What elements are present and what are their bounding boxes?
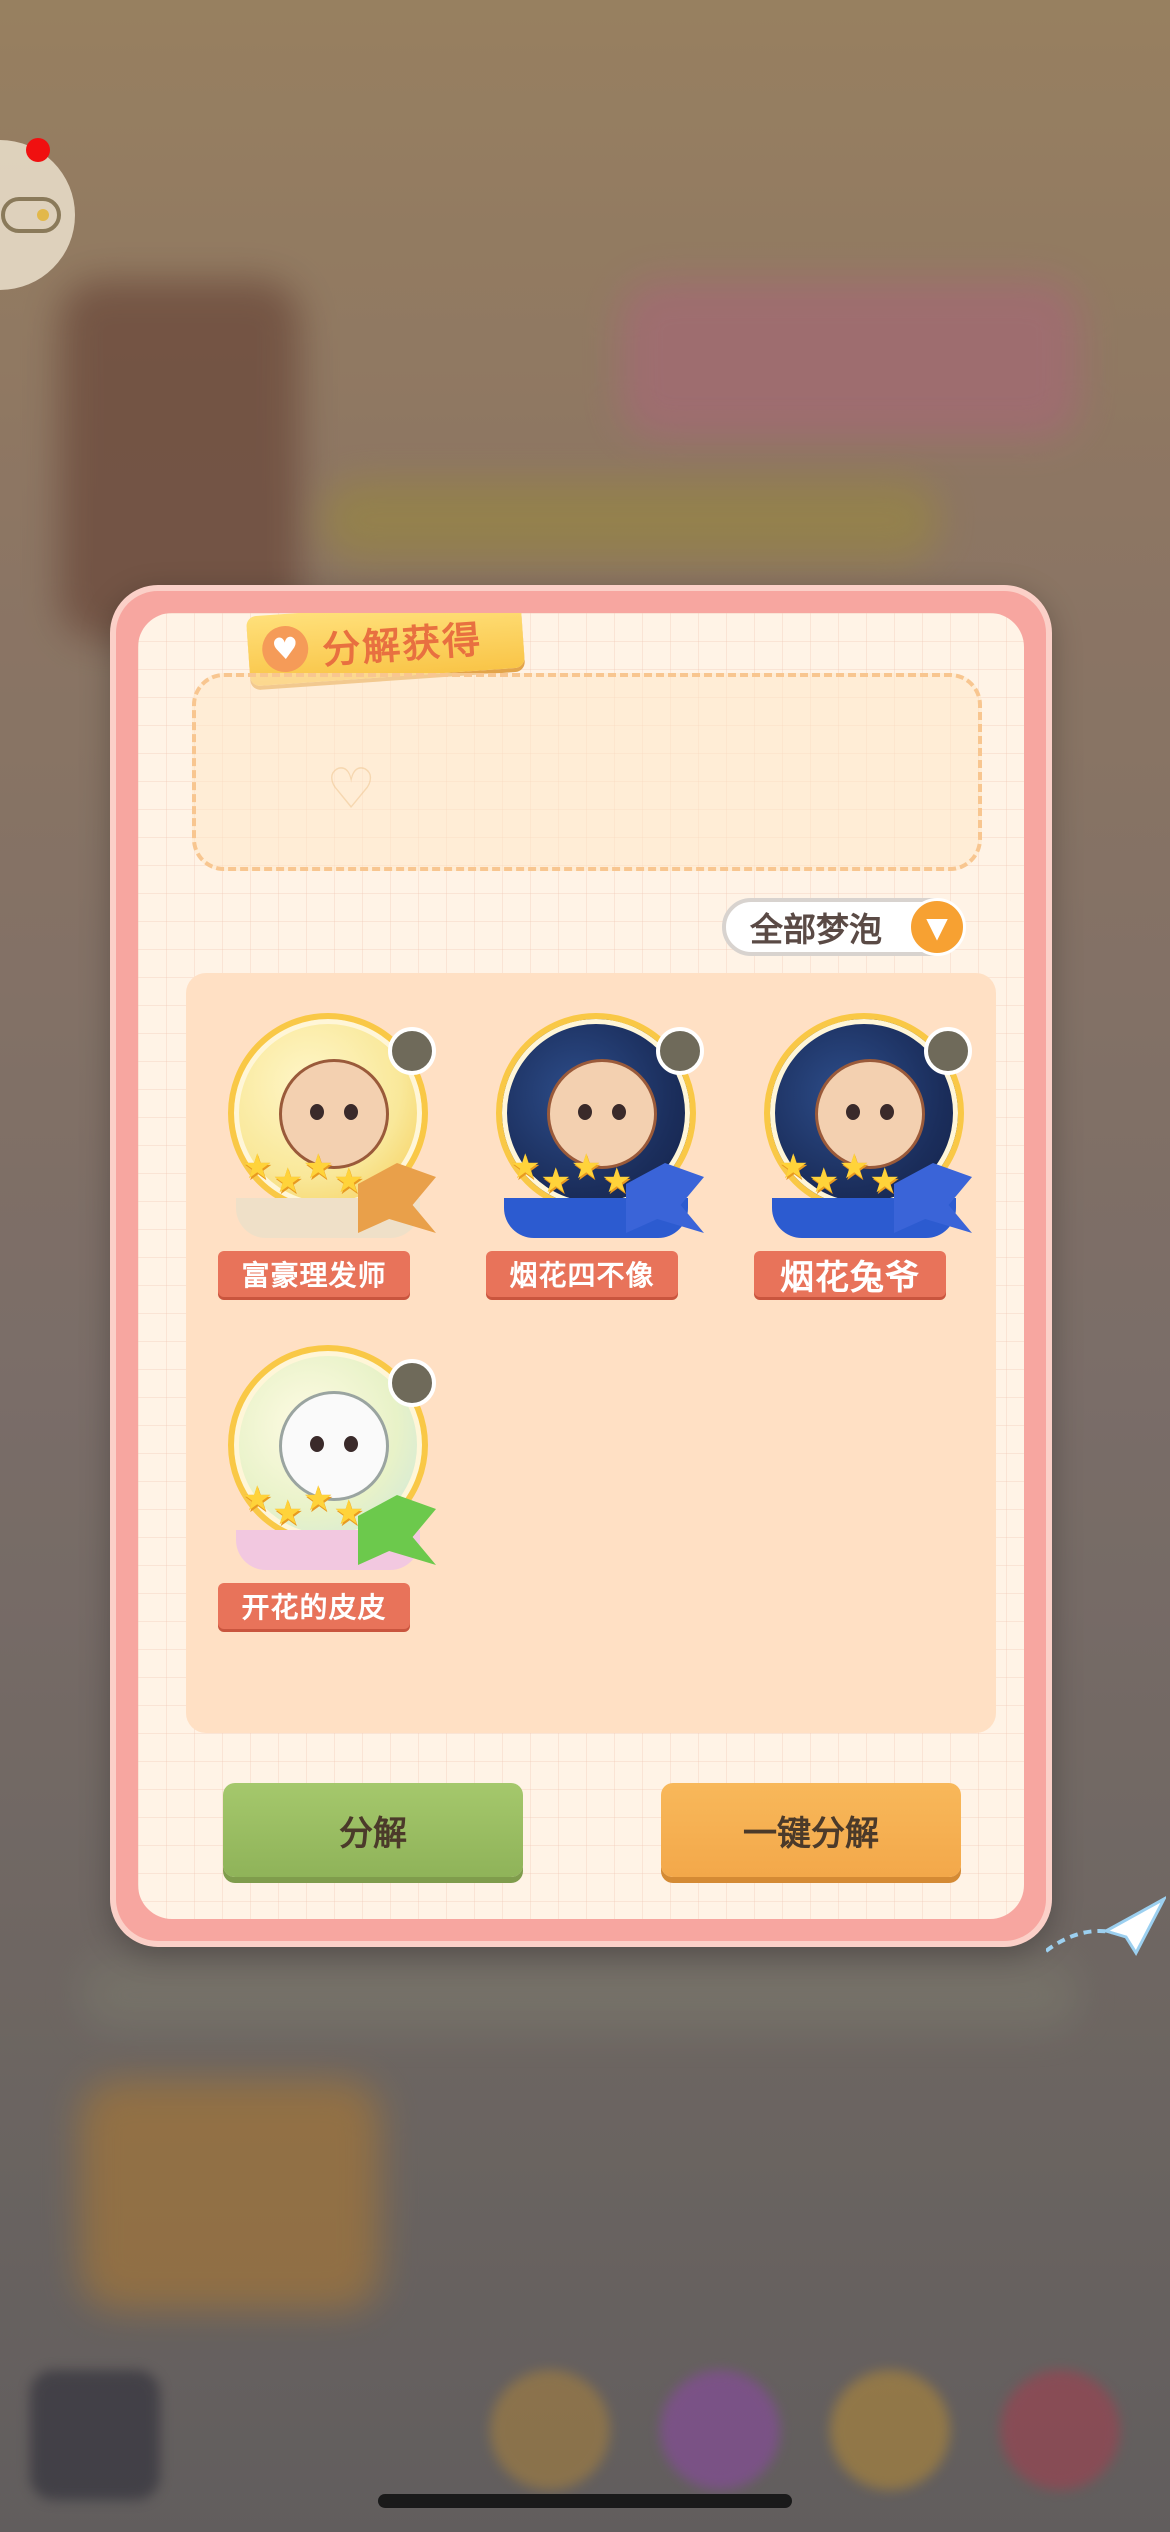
panel-title: 分解获得 xyxy=(320,616,484,672)
character-face xyxy=(279,1391,389,1501)
select-checkbox[interactable] xyxy=(656,1027,704,1075)
star-rating: ★ ★ ★ ★ xyxy=(510,1147,632,1201)
background-dock-item xyxy=(490,2370,610,2490)
item-name: 富豪理发师 xyxy=(218,1251,410,1297)
character-face xyxy=(815,1059,925,1169)
item-card[interactable]: ★ ★ ★ ★ 富豪理发师 xyxy=(208,1013,448,1313)
select-checkbox[interactable] xyxy=(388,1027,436,1075)
item-card[interactable]: ★ ★ ★ ★ 开花的皮皮 xyxy=(208,1345,448,1645)
background-dock-item xyxy=(30,2370,160,2500)
decompose-panel: ♥ 分解获得 ♡ 全部梦泡 ▼ ★ ★ ★ ★ 富豪理发师 ★ ★ ★ ★ 烟花… xyxy=(110,585,1166,1957)
filter-label: 全部梦泡 xyxy=(750,910,882,949)
star-rating: ★ ★ ★ ★ xyxy=(778,1147,900,1201)
decompose-button[interactable]: 分解 xyxy=(223,1783,523,1877)
item-card[interactable]: ★ ★ ★ ★ 烟花兔爷 xyxy=(744,1013,984,1313)
item-grid: ★ ★ ★ ★ 富豪理发师 ★ ★ ★ ★ 烟花四不像 ★ ★ ★ ★ 烟花兔爷… xyxy=(186,973,996,1733)
character-face xyxy=(547,1059,657,1169)
item-name: 烟花四不像 xyxy=(486,1251,678,1297)
notification-dot xyxy=(26,138,50,162)
item-card[interactable]: ★ ★ ★ ★ 烟花四不像 xyxy=(476,1013,716,1313)
select-checkbox[interactable] xyxy=(924,1027,972,1075)
select-checkbox[interactable] xyxy=(388,1359,436,1407)
decompose-all-button[interactable]: 一键分解 xyxy=(661,1783,961,1877)
background-dock-item xyxy=(660,2370,780,2490)
star-rating: ★ ★ ★ ★ xyxy=(242,1479,364,1533)
paper-plane-icon xyxy=(1046,1896,1166,1957)
heart-icon: ♥ xyxy=(260,624,310,674)
character-face xyxy=(279,1059,389,1169)
background-dock-item xyxy=(1000,2370,1120,2490)
reward-preview-box: ♡ xyxy=(192,673,982,871)
filter-dropdown[interactable]: 全部梦泡 ▼ xyxy=(722,898,966,956)
heart-doodle-icon: ♡ xyxy=(326,757,377,822)
home-indicator[interactable] xyxy=(378,2494,792,2508)
item-name: 烟花兔爷 xyxy=(754,1251,946,1298)
star-rating: ★ ★ ★ ★ xyxy=(242,1147,364,1201)
item-name: 开花的皮皮 xyxy=(218,1583,410,1629)
chevron-down-icon: ▼ xyxy=(908,898,966,956)
background-dock-item xyxy=(830,2370,950,2490)
panel-body: ♥ 分解获得 ♡ 全部梦泡 ▼ ★ ★ ★ ★ 富豪理发师 ★ ★ ★ ★ 烟花… xyxy=(138,613,1024,1919)
gamepad-icon xyxy=(1,197,61,233)
